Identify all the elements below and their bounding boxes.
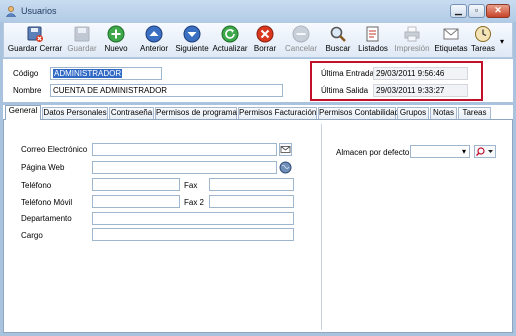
toolbar-label: Guardar [67, 44, 97, 53]
anterior-button[interactable]: Anterior [135, 23, 173, 57]
etiquetas-button[interactable]: Etiquetas [432, 23, 470, 57]
cargo-label: Cargo [21, 231, 43, 240]
tab-grupos[interactable]: Grupos [397, 107, 429, 119]
tab-contrasena[interactable]: Contraseña [109, 107, 154, 119]
telefono-input[interactable] [92, 178, 180, 191]
toolbar-label: Guardar Cerrar [7, 44, 63, 53]
maximize-button[interactable]: ▫ [468, 4, 485, 18]
users-app-icon [5, 6, 17, 17]
fax-input[interactable] [209, 178, 294, 191]
buscar-button[interactable]: Buscar [323, 23, 353, 57]
tab-tareas[interactable]: Tareas [458, 107, 491, 119]
save-close-icon [27, 26, 43, 42]
web-input[interactable] [92, 161, 277, 174]
tab-notas[interactable]: Notas [430, 107, 457, 119]
tab-permisos-facturacion[interactable]: Permisos Facturación [238, 107, 317, 119]
cancel-icon [292, 25, 310, 43]
tab-bar: General Datos Personales Contraseña Perm… [3, 105, 513, 120]
tab-permisos-programa[interactable]: Permisos de programa [155, 107, 237, 119]
actualizar-button[interactable]: Actualizar [211, 23, 249, 57]
codigo-value: ADMINISTRADOR [53, 69, 123, 78]
send-email-button[interactable] [279, 143, 292, 156]
tab-permisos-contabilidad[interactable]: Permisos Contabilidad [318, 107, 399, 119]
almacen-select[interactable]: ▾ [410, 145, 470, 158]
tareas-button[interactable]: Tareas [468, 23, 498, 57]
window-frame: Usuarios ▁ ▫ ✕ Guardar Cerrar Guardar Nu… [0, 0, 516, 336]
highlight-box [310, 61, 483, 101]
cargo-input[interactable] [92, 228, 294, 241]
toolbar-label: Actualizar [212, 44, 248, 53]
departamento-input[interactable] [92, 212, 294, 225]
toolbar-overflow-button[interactable]: ▾ [500, 37, 504, 46]
siguiente-button[interactable]: Siguiente [173, 23, 211, 57]
codigo-field[interactable]: ADMINISTRADOR [50, 67, 162, 80]
fax2-input[interactable] [209, 195, 294, 208]
magnifier-icon [330, 26, 346, 42]
toolbar-label: Buscar [325, 44, 351, 53]
title-bar[interactable]: Usuarios ▁ ▫ ✕ [0, 0, 516, 22]
toolbar-label: Cancelar [284, 44, 317, 53]
nombre-label: Nombre [13, 86, 42, 95]
web-label: Página Web [21, 163, 65, 172]
nombre-field[interactable]: CUENTA DE ADMINISTRADOR [50, 84, 283, 97]
almacen-lookup-button[interactable] [474, 145, 496, 158]
arrow-down-icon [183, 25, 201, 43]
toolbar-label: Borrar [253, 44, 277, 53]
departamento-label: Departamento [21, 214, 72, 223]
clock-icon [475, 26, 491, 42]
tab-general[interactable]: General [5, 105, 41, 120]
listados-button[interactable]: Listados [356, 23, 390, 57]
borrar-button[interactable]: Borrar [250, 23, 280, 57]
arrow-up-icon [145, 25, 163, 43]
toolbar-label: Listados [358, 44, 388, 53]
movil-input[interactable] [92, 195, 180, 208]
toolbar-label: Nuevo [104, 44, 128, 53]
toolbar: Guardar Cerrar Guardar Nuevo Anterior Si… [3, 22, 513, 58]
toolbar-label: Anterior [139, 44, 168, 53]
toolbar-label: Etiquetas [434, 44, 468, 53]
guardar-cerrar-button[interactable]: Guardar Cerrar [6, 23, 64, 57]
chevron-down-icon: ▾ [461, 147, 466, 156]
open-web-button[interactable] [279, 161, 292, 174]
reports-icon [366, 26, 379, 42]
correo-label: Correo Electrónico [21, 145, 88, 154]
minimize-button[interactable]: ▁ [450, 4, 467, 18]
close-button[interactable]: ✕ [486, 4, 510, 18]
general-tab-panel: Correo Electrónico Página Web Teléfono F… [3, 119, 513, 333]
refresh-icon [221, 25, 239, 43]
impresion-button[interactable]: Impresión [392, 23, 432, 57]
codigo-label: Código [13, 69, 39, 78]
cancelar-button[interactable]: Cancelar [283, 23, 319, 57]
envelope-icon [280, 146, 291, 153]
nuevo-button[interactable]: Nuevo [101, 23, 131, 57]
magnifier-icon [476, 147, 493, 156]
tab-datos-personales[interactable]: Datos Personales [42, 107, 108, 119]
toolbar-label: Siguiente [175, 44, 209, 53]
save-icon [74, 26, 90, 42]
window-title: Usuarios [21, 6, 57, 16]
column-divider [321, 124, 322, 330]
fax-label: Fax [184, 181, 198, 190]
movil-label: Teléfono Móvil [21, 198, 73, 207]
plus-icon [107, 25, 125, 43]
correo-input[interactable] [92, 143, 277, 156]
printer-icon [404, 26, 420, 42]
telefono-label: Teléfono [21, 181, 52, 190]
globe-icon [279, 161, 292, 174]
fax2-label: Fax 2 [184, 198, 205, 207]
toolbar-label: Tareas [470, 44, 495, 53]
almacen-label: Almacen por defecto [336, 148, 410, 157]
guardar-button[interactable]: Guardar [65, 23, 99, 57]
delete-icon [256, 25, 274, 43]
envelope-icon [443, 28, 459, 40]
toolbar-label: Impresión [394, 44, 430, 53]
